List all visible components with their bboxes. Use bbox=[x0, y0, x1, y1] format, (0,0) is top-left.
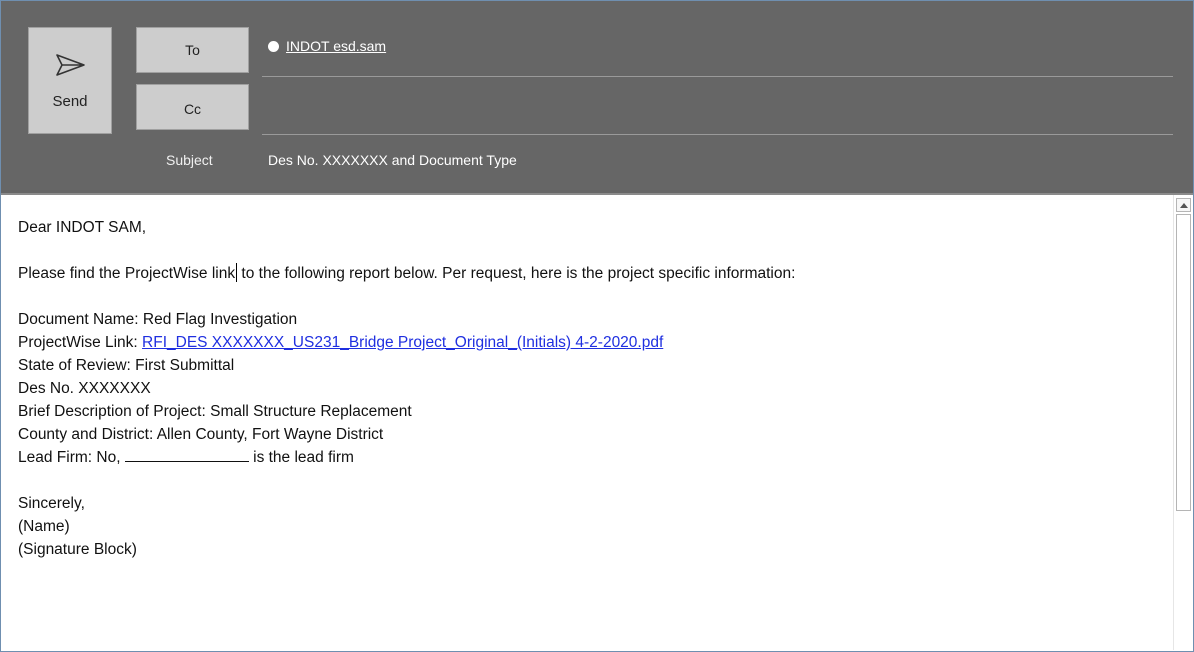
lead-firm-suffix: is the lead firm bbox=[248, 449, 354, 466]
to-field-underline bbox=[262, 76, 1173, 77]
header-divider bbox=[1, 193, 1193, 195]
name-line: (Name) bbox=[18, 518, 70, 535]
to-field[interactable]: INDOT esd.sam bbox=[268, 34, 386, 58]
scroll-thumb[interactable] bbox=[1176, 214, 1191, 511]
cc-button[interactable]: Cc bbox=[136, 84, 249, 130]
projectwise-link-line: ProjectWise Link: RFI_DES XXXXXXX_US231_… bbox=[18, 331, 1168, 354]
intro-text-part1: Please find the ProjectWise link bbox=[18, 265, 236, 282]
to-button-label: To bbox=[185, 42, 200, 58]
greeting-line: Dear INDOT SAM, bbox=[18, 219, 147, 236]
scroll-up-arrow-icon bbox=[1180, 203, 1188, 208]
closing-line: Sincerely, bbox=[18, 495, 85, 512]
des-no-line: Des No. XXXXXXX bbox=[18, 380, 151, 397]
projectwise-link[interactable]: RFI_DES XXXXXXX_US231_Bridge Project_Ori… bbox=[142, 334, 663, 351]
message-body[interactable]: Dear INDOT SAM, Please find the ProjectW… bbox=[18, 216, 1168, 561]
send-button[interactable]: Send bbox=[28, 27, 112, 134]
intro-text-part2: to the following report below. Per reque… bbox=[237, 265, 796, 282]
send-paper-plane-icon bbox=[56, 54, 85, 76]
signature-line: (Signature Block) bbox=[18, 541, 137, 558]
state-of-review-line: State of Review: First Submittal bbox=[18, 357, 235, 374]
county-district-line: County and District: Allen County, Fort … bbox=[18, 426, 384, 443]
to-button[interactable]: To bbox=[136, 27, 249, 73]
document-name-line: Document Name: Red Flag Investigation bbox=[18, 311, 298, 328]
subject-input[interactable]: Des No. XXXXXXX and Document Type bbox=[268, 152, 517, 168]
cc-button-label: Cc bbox=[183, 101, 202, 117]
presence-dot-icon bbox=[268, 40, 279, 52]
intro-line: Please find the ProjectWise link to the … bbox=[18, 262, 1168, 285]
lead-firm-blank bbox=[124, 447, 249, 462]
cc-field-underline bbox=[262, 134, 1173, 135]
to-recipient[interactable]: INDOT esd.sam bbox=[286, 38, 386, 54]
lead-firm-prefix: Lead Firm: No, bbox=[18, 449, 125, 466]
vertical-scrollbar[interactable] bbox=[1173, 195, 1193, 650]
brief-description-line: Brief Description of Project: Small Stru… bbox=[18, 403, 412, 420]
subject-label: Subject bbox=[166, 152, 213, 168]
send-button-label: Send bbox=[52, 93, 88, 110]
projectwise-link-label: ProjectWise Link: bbox=[18, 334, 143, 351]
scroll-up-button[interactable] bbox=[1176, 198, 1191, 212]
lead-firm-line: Lead Firm: No, is the lead firm bbox=[18, 446, 1168, 469]
